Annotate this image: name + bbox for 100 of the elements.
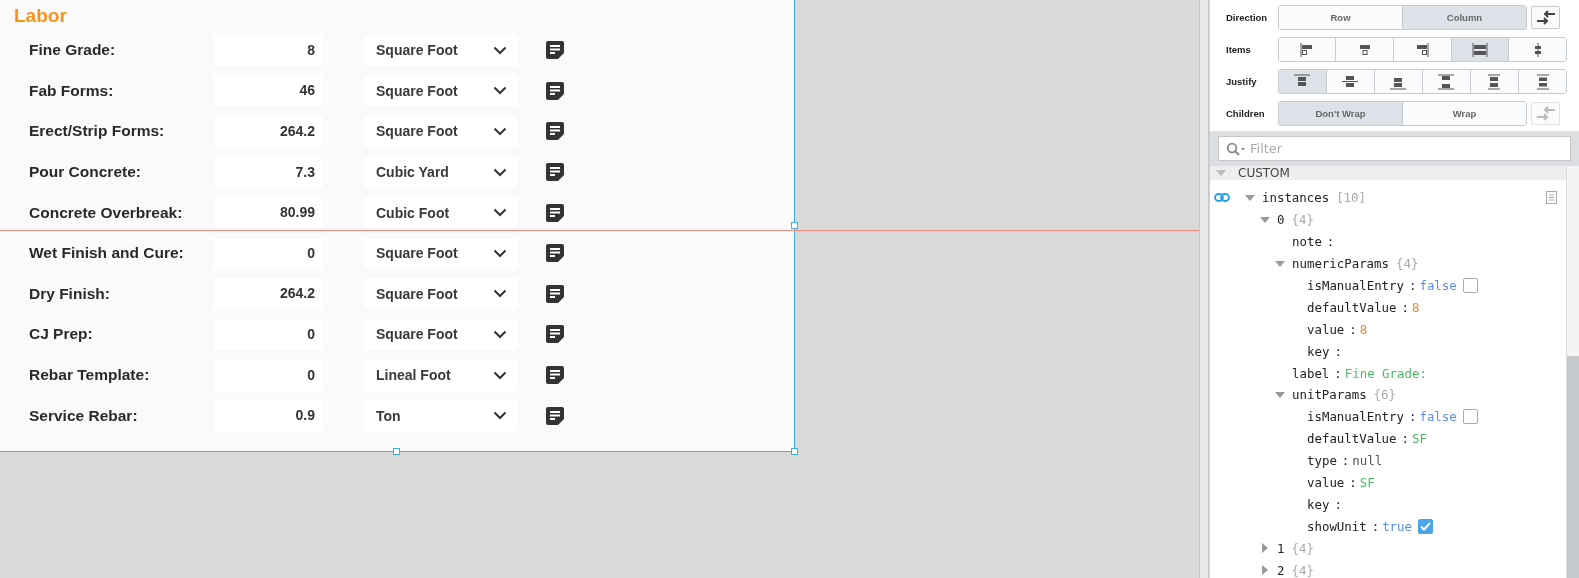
- property-key: isManualEntry: [1307, 278, 1404, 293]
- note-icon[interactable]: [545, 365, 565, 386]
- checkbox[interactable]: [1462, 278, 1478, 293]
- property-key: instances: [1262, 190, 1330, 206]
- note-icon[interactable]: [545, 121, 565, 142]
- expanded-arrow-icon[interactable]: [1275, 258, 1285, 269]
- number-field[interactable]: 8: [214, 34, 323, 66]
- item-count: {4}: [1291, 540, 1314, 556]
- wrap-option[interactable]: Wrap: [1402, 102, 1526, 125]
- number-field[interactable]: 0: [214, 237, 323, 269]
- property-value: 8: [1359, 321, 1368, 337]
- number-field[interactable]: 264.2: [214, 278, 323, 310]
- expanded-arrow-icon[interactable]: [1275, 389, 1285, 400]
- property-value: Fine Grade:: [1344, 365, 1427, 381]
- align-items-icon: [1414, 42, 1431, 57]
- unit-dropdown[interactable]: Square Foot: [364, 237, 517, 269]
- justify-icon: [1341, 73, 1360, 90]
- field-label: Erect/Strip Forms:: [28, 122, 166, 141]
- unit-dropdown[interactable]: Square Foot: [364, 75, 517, 107]
- separator-colon: :: [1334, 365, 1342, 381]
- swap-icon[interactable]: [1531, 6, 1560, 29]
- number-field[interactable]: 46: [214, 75, 323, 107]
- unit-dropdown[interactable]: Square Foot: [364, 116, 517, 147]
- number-field[interactable]: 80.99: [214, 197, 323, 229]
- note-icon[interactable]: [545, 283, 565, 304]
- align-start-button[interactable]: [1278, 38, 1336, 61]
- property-key: key: [1307, 343, 1330, 359]
- field-label: Fab Forms:: [28, 81, 115, 100]
- note-icon[interactable]: [545, 80, 565, 101]
- resize-handle[interactable]: [393, 448, 400, 455]
- separator-colon: :: [1326, 234, 1335, 250]
- number-field[interactable]: 0: [214, 359, 323, 391]
- property-key: note: [1292, 234, 1322, 250]
- note-icon[interactable]: [545, 40, 565, 61]
- field-label: Service Rebar:: [28, 406, 139, 425]
- property-value: SF: [1412, 431, 1427, 447]
- property-label: Direction: [1226, 12, 1269, 23]
- note-icon[interactable]: [545, 202, 565, 223]
- item-count: {6}: [1373, 387, 1396, 403]
- field-label: Wet Finish and Cure:: [28, 244, 185, 263]
- note-icon[interactable]: [545, 405, 565, 426]
- chevron-down-icon: [493, 208, 507, 218]
- section-header: CUSTOM: [1238, 166, 1290, 180]
- resize-handle[interactable]: [791, 222, 798, 229]
- justify-around-button[interactable]: [1469, 70, 1518, 93]
- wrap-option[interactable]: Don't Wrap: [1279, 102, 1402, 125]
- number-field[interactable]: 0: [214, 318, 323, 350]
- align-end-button[interactable]: [1393, 38, 1451, 61]
- property-value: 8: [1412, 299, 1420, 315]
- direction-option[interactable]: Column: [1402, 6, 1526, 29]
- justify-start-button[interactable]: [1278, 70, 1326, 93]
- number-field[interactable]: 264.2: [214, 116, 323, 147]
- justify-center-button[interactable]: [1325, 70, 1374, 93]
- number-field[interactable]: 0.9: [214, 400, 323, 432]
- note-icon[interactable]: [545, 324, 565, 345]
- unit-dropdown[interactable]: Cubic Yard: [364, 156, 517, 188]
- scrollbar[interactable]: [1566, 166, 1579, 578]
- expanded-arrow-icon[interactable]: [1245, 192, 1255, 203]
- link-icon[interactable]: [1214, 193, 1230, 203]
- unit-dropdown[interactable]: Square Foot: [364, 318, 517, 350]
- chevron-down-icon: [493, 370, 507, 380]
- align-stretch-button[interactable]: [1450, 38, 1509, 61]
- splitter-handle[interactable]: [1199, 0, 1209, 578]
- property-value: false: [1419, 278, 1457, 293]
- property-key: defaultValue: [1307, 431, 1397, 447]
- note-icon[interactable]: [545, 162, 565, 183]
- unit-dropdown[interactable]: Lineal Foot: [364, 359, 517, 391]
- separator-colon: :: [1334, 343, 1342, 359]
- property-label: Justify: [1226, 76, 1258, 87]
- collapsed-arrow-icon[interactable]: [1260, 543, 1270, 554]
- separator-colon: :: [1409, 409, 1417, 425]
- field-label: CJ Prep:: [28, 325, 94, 344]
- unit-dropdown[interactable]: Cubic Foot: [364, 197, 517, 229]
- direction-option[interactable]: Row: [1279, 6, 1402, 29]
- align-center-button[interactable]: [1335, 38, 1394, 61]
- property-key: label: [1292, 365, 1330, 381]
- separator-colon: :: [1349, 321, 1357, 337]
- search-icon[interactable]: [1226, 142, 1246, 156]
- justify-evenly-button[interactable]: [1518, 70, 1566, 93]
- item-count: {4}: [1291, 562, 1314, 578]
- unit-dropdown[interactable]: Square Foot: [364, 278, 517, 310]
- justify-end-button[interactable]: [1373, 70, 1422, 93]
- separator-colon: :: [1409, 278, 1417, 293]
- unit-dropdown[interactable]: Square Foot: [364, 34, 517, 66]
- checkbox[interactable]: [1418, 518, 1433, 534]
- expanded-arrow-icon[interactable]: [1260, 214, 1270, 225]
- property-key: value: [1307, 321, 1345, 337]
- justify-between-button[interactable]: [1421, 70, 1470, 93]
- section-title: Labor: [13, 4, 68, 28]
- align-baseline-button[interactable]: [1508, 38, 1566, 61]
- filter-field[interactable]: Filter: [1218, 136, 1571, 161]
- chevron-down-icon: [493, 411, 507, 421]
- unit-dropdown[interactable]: Ton: [364, 400, 517, 432]
- property-value: false: [1419, 409, 1457, 425]
- chevron-down-icon: [493, 127, 507, 136]
- checkbox[interactable]: [1462, 409, 1478, 425]
- note-icon[interactable]: [545, 243, 565, 264]
- number-field[interactable]: 7.3: [214, 156, 323, 188]
- collapsed-arrow-icon[interactable]: [1260, 565, 1270, 576]
- resize-handle[interactable]: [791, 448, 798, 455]
